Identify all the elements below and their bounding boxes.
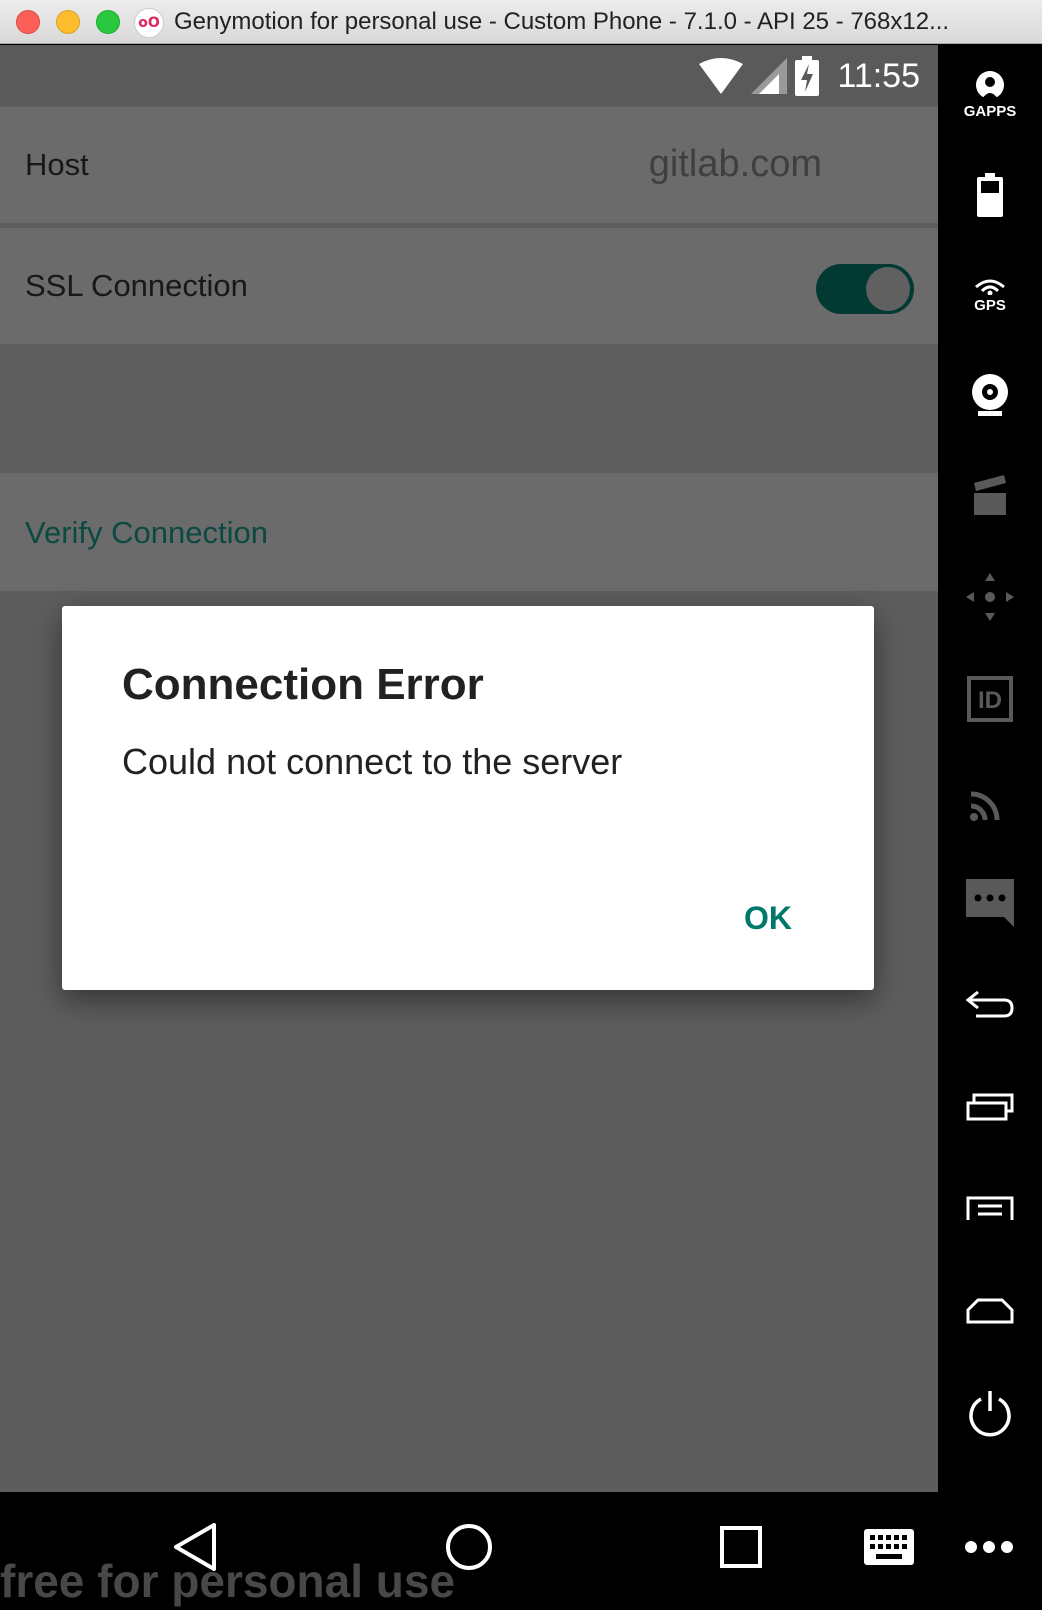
more-icon (965, 1541, 1013, 1553)
home-tool-button[interactable] (938, 1271, 1042, 1351)
more-button[interactable] (954, 1512, 1024, 1582)
host-label: Host (25, 147, 89, 182)
ok-button[interactable]: OK (744, 900, 792, 937)
media-button[interactable] (938, 455, 1042, 535)
dialog-title: Connection Error (122, 660, 484, 709)
emulator-tools-panel: GAPPS GPS ID (938, 45, 1042, 1492)
window-title: Genymotion for personal use - Custom Pho… (174, 8, 950, 35)
verify-connection-row[interactable]: Verify Connection (0, 473, 938, 591)
id-label: ID (978, 687, 1002, 714)
battery-icon (977, 173, 1003, 217)
recents-nav-button[interactable] (706, 1512, 776, 1582)
back-icon (966, 990, 1014, 1018)
close-window-button[interactable] (16, 10, 40, 34)
gps-label: GPS (974, 296, 1006, 314)
window-titlebar: oO Genymotion for personal use - Custom … (0, 0, 1042, 44)
dpad-icon (966, 573, 1014, 621)
power-icon (969, 1391, 1011, 1437)
sms-icon (966, 879, 1014, 927)
battery-button[interactable] (938, 155, 1042, 235)
device-id-button[interactable]: ID (938, 659, 1042, 739)
ssl-toggle[interactable] (816, 264, 914, 314)
recent-apps-icon (966, 1093, 1014, 1121)
host-value: gitlab.com (648, 143, 822, 185)
dialog-message: Could not connect to the server (122, 741, 623, 782)
power-tool-button[interactable] (938, 1373, 1042, 1453)
wifi-icon (699, 58, 744, 94)
gapps-icon (976, 70, 1004, 99)
recent-apps-tool-button[interactable] (938, 1067, 1042, 1147)
gapps-label: GAPPS (963, 102, 1017, 120)
cast-button[interactable] (938, 761, 1042, 841)
watermark-text: free for personal use (0, 1555, 456, 1607)
menu-icon (966, 1196, 1014, 1220)
verify-connection-label: Verify Connection (25, 515, 268, 550)
media-icon (974, 475, 1006, 515)
gapps-button[interactable]: GAPPS (938, 55, 1042, 135)
menu-tool-button[interactable] (938, 1169, 1042, 1249)
keyboard-icon (864, 1529, 914, 1565)
gps-icon (975, 279, 1005, 295)
host-preference-row[interactable]: Host gitlab.com (0, 107, 938, 223)
navigation-bar: free for personal use (0, 1492, 1042, 1610)
genymotion-logo-icon: oO (134, 8, 164, 38)
spacer-row (0, 345, 938, 471)
cast-icon (970, 791, 1000, 821)
status-bar: 11:55 (0, 45, 938, 105)
camera-button[interactable] (938, 355, 1042, 435)
status-clock: 11:55 (837, 56, 920, 95)
back-tool-button[interactable] (938, 965, 1042, 1045)
home-icon (966, 1298, 1014, 1324)
phone-screen: 11:55 Host gitlab.com SSL Connection Ver… (0, 45, 938, 1492)
ssl-preference-row[interactable]: SSL Connection (0, 228, 938, 344)
ssl-label: SSL Connection (25, 268, 248, 303)
battery-charging-icon (795, 56, 820, 96)
gps-button[interactable]: GPS (938, 255, 1042, 335)
id-icon: ID (967, 676, 1013, 722)
connection-error-dialog: Connection Error Could not connect to th… (62, 606, 874, 990)
recents-nav-icon (720, 1526, 762, 1568)
sms-button[interactable] (938, 863, 1042, 943)
keyboard-button[interactable] (854, 1512, 924, 1582)
camera-icon (972, 374, 1008, 416)
ssl-toggle-knob (866, 267, 910, 311)
zoom-window-button[interactable] (96, 10, 120, 34)
signal-icon (751, 58, 788, 94)
minimize-window-button[interactable] (56, 10, 80, 34)
dpad-button[interactable] (938, 557, 1042, 637)
